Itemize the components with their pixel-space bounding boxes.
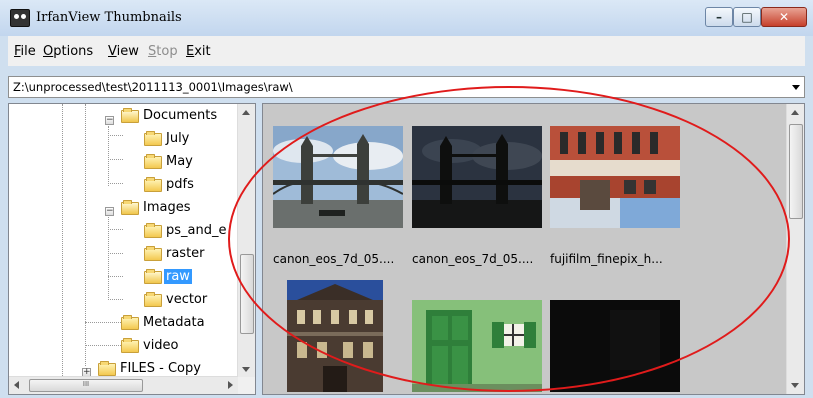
tree-scroll-thumb[interactable] <box>240 254 254 334</box>
minimize-icon: – <box>716 10 722 24</box>
tree-line <box>108 276 123 277</box>
scroll-up-arrow-icon[interactable] <box>242 110 250 115</box>
folder-icon <box>144 177 162 192</box>
menu-exit[interactable]: Exit <box>186 44 211 59</box>
folder-icon <box>144 154 162 169</box>
irfanview-app-icon[interactable] <box>10 9 30 27</box>
irfanview-window: IrfanView Thumbnails – □ ✕ File Options … <box>0 0 813 398</box>
thumbnail-vertical-scrollbar[interactable] <box>786 104 804 394</box>
menu-options[interactable]: Options <box>43 44 93 59</box>
title-bar[interactable]: IrfanView Thumbnails – □ ✕ <box>0 0 813 36</box>
path-value: Z:\unprocessed\test\2011113_0001\Images\… <box>13 80 293 94</box>
menu-view[interactable]: View <box>108 44 139 59</box>
scroll-down-arrow-icon[interactable] <box>242 367 250 372</box>
collapse-toggle-icon[interactable]: − <box>105 116 114 125</box>
dropdown-arrow-icon[interactable] <box>792 85 800 90</box>
tree-line <box>108 229 123 230</box>
tree-horizontal-scrollbar[interactable]: III <box>9 376 238 394</box>
thumbnail-grid[interactable]: canon_eos_7d_05.... canon_eos_7d_05.... … <box>262 103 805 395</box>
thumbnail-caption: canon_eos_7d_05.... <box>412 252 534 266</box>
scroll-left-arrow-icon[interactable] <box>14 381 19 389</box>
window-title: IrfanView Thumbnails <box>36 10 182 25</box>
menu-file[interactable]: File <box>14 44 36 59</box>
maximize-icon: □ <box>741 10 753 24</box>
tree-line <box>108 159 123 160</box>
path-combobox[interactable]: Z:\unprocessed\test\2011113_0001\Images\… <box>8 76 805 98</box>
scrollbar-corner <box>238 377 255 394</box>
scroll-down-arrow-icon[interactable] <box>791 383 799 388</box>
tree-line <box>108 299 123 300</box>
thumbnail-caption: canon_eos_7d_05.... <box>273 252 395 266</box>
tree-hscroll-thumb[interactable]: III <box>29 379 143 392</box>
folder-icon <box>98 361 116 376</box>
thumbnail-image[interactable] <box>287 280 383 392</box>
collapse-toggle-icon[interactable]: − <box>105 207 114 216</box>
folder-open-icon <box>144 269 162 284</box>
tree-line <box>85 322 121 323</box>
tree-line <box>85 345 121 346</box>
folder-icon <box>144 292 162 307</box>
close-button[interactable]: ✕ <box>761 7 807 27</box>
folder-icon <box>121 338 139 353</box>
thumbnail-image[interactable] <box>550 300 680 392</box>
tree-line <box>85 104 86 366</box>
minimize-button[interactable]: – <box>705 7 733 27</box>
close-icon: ✕ <box>778 10 790 24</box>
folder-icon <box>144 131 162 146</box>
scroll-up-arrow-icon[interactable] <box>791 110 799 115</box>
thumbnail-image[interactable] <box>550 126 680 228</box>
folder-icon <box>144 246 162 261</box>
folder-tree[interactable]: − Documents July May pdfs − Images ps_an… <box>8 103 256 395</box>
tree-line <box>108 214 109 300</box>
menu-stop[interactable]: Stop <box>148 44 178 59</box>
thumbnail-image[interactable] <box>273 126 403 228</box>
menu-bar: File Options View Stop Exit <box>8 36 805 66</box>
tree-line <box>108 135 123 136</box>
thumbnail-image[interactable] <box>412 126 542 228</box>
thumbnail-image[interactable] <box>412 300 542 392</box>
folder-icon <box>121 315 139 330</box>
folder-open-icon <box>121 108 139 123</box>
folder-open-icon <box>121 200 139 215</box>
thumbnail-scroll-thumb[interactable] <box>789 124 803 219</box>
tree-vertical-scrollbar[interactable] <box>237 104 255 378</box>
tree-line <box>108 253 123 254</box>
tree-line <box>62 104 63 394</box>
thumbnail-caption: fujifilm_finepix_h... <box>550 252 663 266</box>
maximize-button[interactable]: □ <box>733 7 761 27</box>
scroll-right-arrow-icon[interactable] <box>228 381 233 389</box>
tree-line <box>108 183 123 184</box>
folder-icon <box>144 223 162 238</box>
